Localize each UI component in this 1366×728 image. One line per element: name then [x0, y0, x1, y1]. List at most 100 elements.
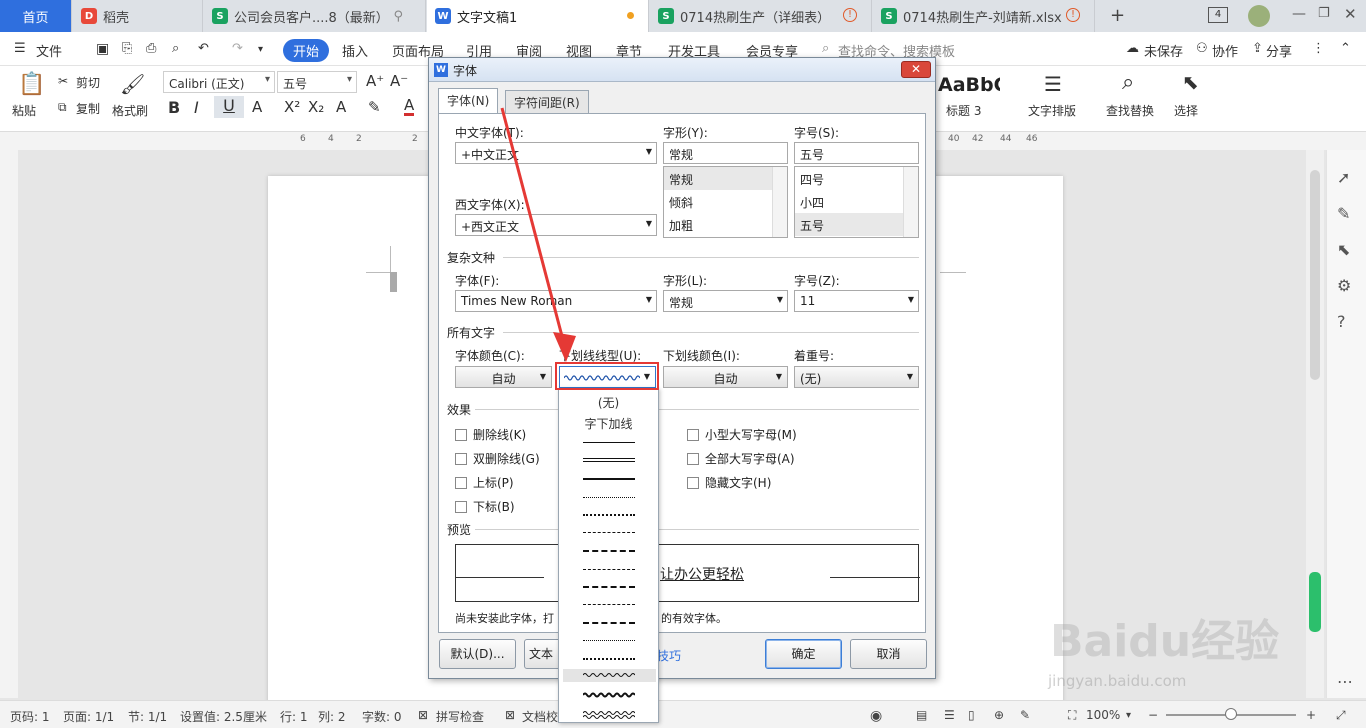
text-layout-button[interactable]: 文字排版: [1028, 102, 1076, 119]
default-button[interactable]: 默认(D)...: [439, 639, 516, 669]
dialog-close-button[interactable]: ✕: [901, 61, 931, 78]
restore-icon[interactable]: ❐: [1318, 6, 1330, 21]
menu-start[interactable]: 开始: [283, 39, 330, 62]
spell-check-button[interactable]: 拼写检查: [436, 708, 484, 725]
superscript-checkbox[interactable]: 上标(P): [455, 474, 514, 491]
select-cursor-icon[interactable]: ⬉: [1182, 70, 1199, 94]
window-count-badge[interactable]: 4: [1208, 7, 1228, 23]
list-item[interactable]: 四号: [795, 167, 918, 190]
list-item[interactable]: 加粗: [664, 213, 787, 236]
zoom-slider-thumb[interactable]: [1225, 708, 1237, 720]
share-button[interactable]: 分享: [1266, 41, 1292, 60]
checkbox-box[interactable]: [687, 428, 699, 441]
more-dots-icon[interactable]: ⋯: [1337, 672, 1353, 691]
tab-home[interactable]: 首页: [0, 0, 72, 32]
unsaved-button[interactable]: 未保存: [1144, 41, 1183, 60]
paste-button[interactable]: 粘贴: [12, 102, 36, 119]
underline-type-dropdown[interactable]: (无) 字下加线: [558, 388, 659, 723]
strikethrough-icon[interactable]: A: [252, 98, 262, 116]
list-item[interactable]: 倾斜: [664, 190, 787, 213]
underline-option-dash-heavy[interactable]: [583, 550, 635, 552]
vertical-scrollbar[interactable]: [1306, 150, 1324, 698]
underline-option-dot-dash-heavy[interactable]: [583, 622, 635, 624]
font-color-icon[interactable]: A: [404, 98, 415, 116]
pin-icon[interactable]: ⚲: [393, 9, 403, 24]
grow-font-icon[interactable]: A⁺: [366, 72, 384, 90]
web-view-icon[interactable]: ⊕: [994, 708, 1004, 722]
tab-customer-sheet[interactable]: S 公司会员客户....8（最新） ⚲: [204, 0, 426, 32]
tab-production-liu[interactable]: S 0714热刷生产-刘靖新.xlsx!: [873, 0, 1095, 32]
font-size-select[interactable]: 五号: [277, 71, 357, 93]
fullscreen-icon[interactable]: ⤢: [1336, 708, 1346, 723]
print-icon[interactable]: ⎙: [146, 41, 156, 56]
subscript-checkbox[interactable]: 下标(B): [455, 498, 515, 515]
scroll-thumb[interactable]: [1310, 170, 1320, 380]
copy-button[interactable]: 复制: [76, 100, 100, 117]
shrink-font-icon[interactable]: A⁻: [390, 72, 408, 90]
tips-link[interactable]: 技巧: [657, 647, 681, 664]
checkbox-box[interactable]: [455, 428, 467, 441]
emphasis-select[interactable]: (无): [794, 366, 919, 388]
collab-button[interactable]: 协作: [1212, 41, 1238, 60]
checkbox-box[interactable]: [687, 476, 699, 489]
strikethrough-checkbox[interactable]: 删除线(K): [455, 426, 526, 443]
underline-option-thick[interactable]: [583, 478, 635, 480]
export-icon[interactable]: ⎘: [122, 41, 132, 56]
menu-insert[interactable]: 插入: [342, 41, 368, 60]
subscript-icon[interactable]: X₂: [308, 98, 324, 116]
complex-size-select[interactable]: 11: [794, 290, 919, 312]
double-strikethrough-checkbox[interactable]: 双删除线(G): [455, 450, 540, 467]
underline-option-dash[interactable]: [583, 532, 635, 533]
checkbox-box[interactable]: [687, 452, 699, 465]
menu-file[interactable]: 文件: [36, 41, 62, 60]
ok-button[interactable]: 确定: [765, 639, 842, 669]
size-list[interactable]: 四号 小四 五号: [794, 166, 919, 238]
style-name[interactable]: 标题 3: [946, 102, 981, 119]
all-caps-checkbox[interactable]: 全部大写字母(A): [687, 450, 795, 467]
write-view-icon[interactable]: ✎: [1020, 708, 1030, 722]
underline-option-wave-heavy[interactable]: [583, 691, 635, 699]
underline-option-long-dash-heavy[interactable]: [583, 586, 635, 588]
minimize-icon[interactable]: —: [1292, 6, 1306, 22]
cancel-button[interactable]: 取消: [850, 639, 927, 669]
underline-option-wave-selected[interactable]: [563, 669, 656, 682]
list-item[interactable]: 常规: [664, 167, 787, 190]
bold-icon[interactable]: B: [168, 98, 180, 117]
print-preview-icon[interactable]: ⌕: [172, 41, 179, 56]
complex-style-select[interactable]: 常规: [663, 290, 788, 312]
doc-check-button[interactable]: 文档校: [522, 708, 558, 725]
highlight-icon[interactable]: ✎: [368, 98, 381, 116]
zoom-dropdown-icon[interactable]: ▾: [1126, 710, 1131, 721]
find-replace-button[interactable]: 查找替换: [1106, 102, 1154, 119]
collapse-ribbon-icon[interactable]: ⌃: [1340, 41, 1351, 56]
select-button[interactable]: 选择: [1174, 102, 1198, 119]
list-item[interactable]: 五号: [795, 213, 918, 236]
dialog-titlebar[interactable]: W 字体 ✕: [429, 58, 935, 82]
cut-icon[interactable]: ✂: [58, 74, 68, 88]
underline-option-double[interactable]: [583, 458, 635, 462]
format-painter-button[interactable]: 格式刷: [112, 102, 148, 119]
underline-option-wave-double[interactable]: [583, 710, 635, 720]
eye-protect-icon[interactable]: ◉: [870, 708, 882, 724]
rocket-icon[interactable]: ➚: [1337, 168, 1350, 187]
underline-option-long-dash[interactable]: [583, 569, 635, 570]
list-scrollbar[interactable]: [903, 167, 918, 237]
list-item[interactable]: 小四: [795, 190, 918, 213]
text-layout-icon[interactable]: ☰: [1044, 72, 1062, 96]
underline-option-dot-dash[interactable]: [583, 604, 635, 605]
font-name-select[interactable]: Calibri (正文): [163, 71, 275, 93]
tab-docer[interactable]: D 稻壳: [73, 0, 203, 32]
format-painter-icon[interactable]: 🖌: [120, 72, 145, 96]
undo-icon[interactable]: ↶: [198, 41, 209, 56]
save-icon[interactable]: ▣: [96, 41, 109, 57]
status-word-count[interactable]: 字数: 0: [362, 708, 402, 725]
underline-option-dot-dot-dash-heavy[interactable]: [583, 658, 635, 660]
zoom-in-icon[interactable]: +: [1306, 708, 1316, 722]
hidden-text-checkbox[interactable]: 隐藏文字(H): [687, 474, 771, 491]
small-caps-checkbox[interactable]: 小型大写字母(M): [687, 426, 797, 443]
underline-option-dot-dot-dash[interactable]: [583, 640, 635, 641]
underline-icon[interactable]: U: [214, 96, 244, 118]
style-input[interactable]: 常规: [663, 142, 788, 164]
tab-writer-doc[interactable]: W 文字文稿1: [427, 0, 649, 32]
outline-view-icon[interactable]: ☰: [944, 708, 955, 722]
